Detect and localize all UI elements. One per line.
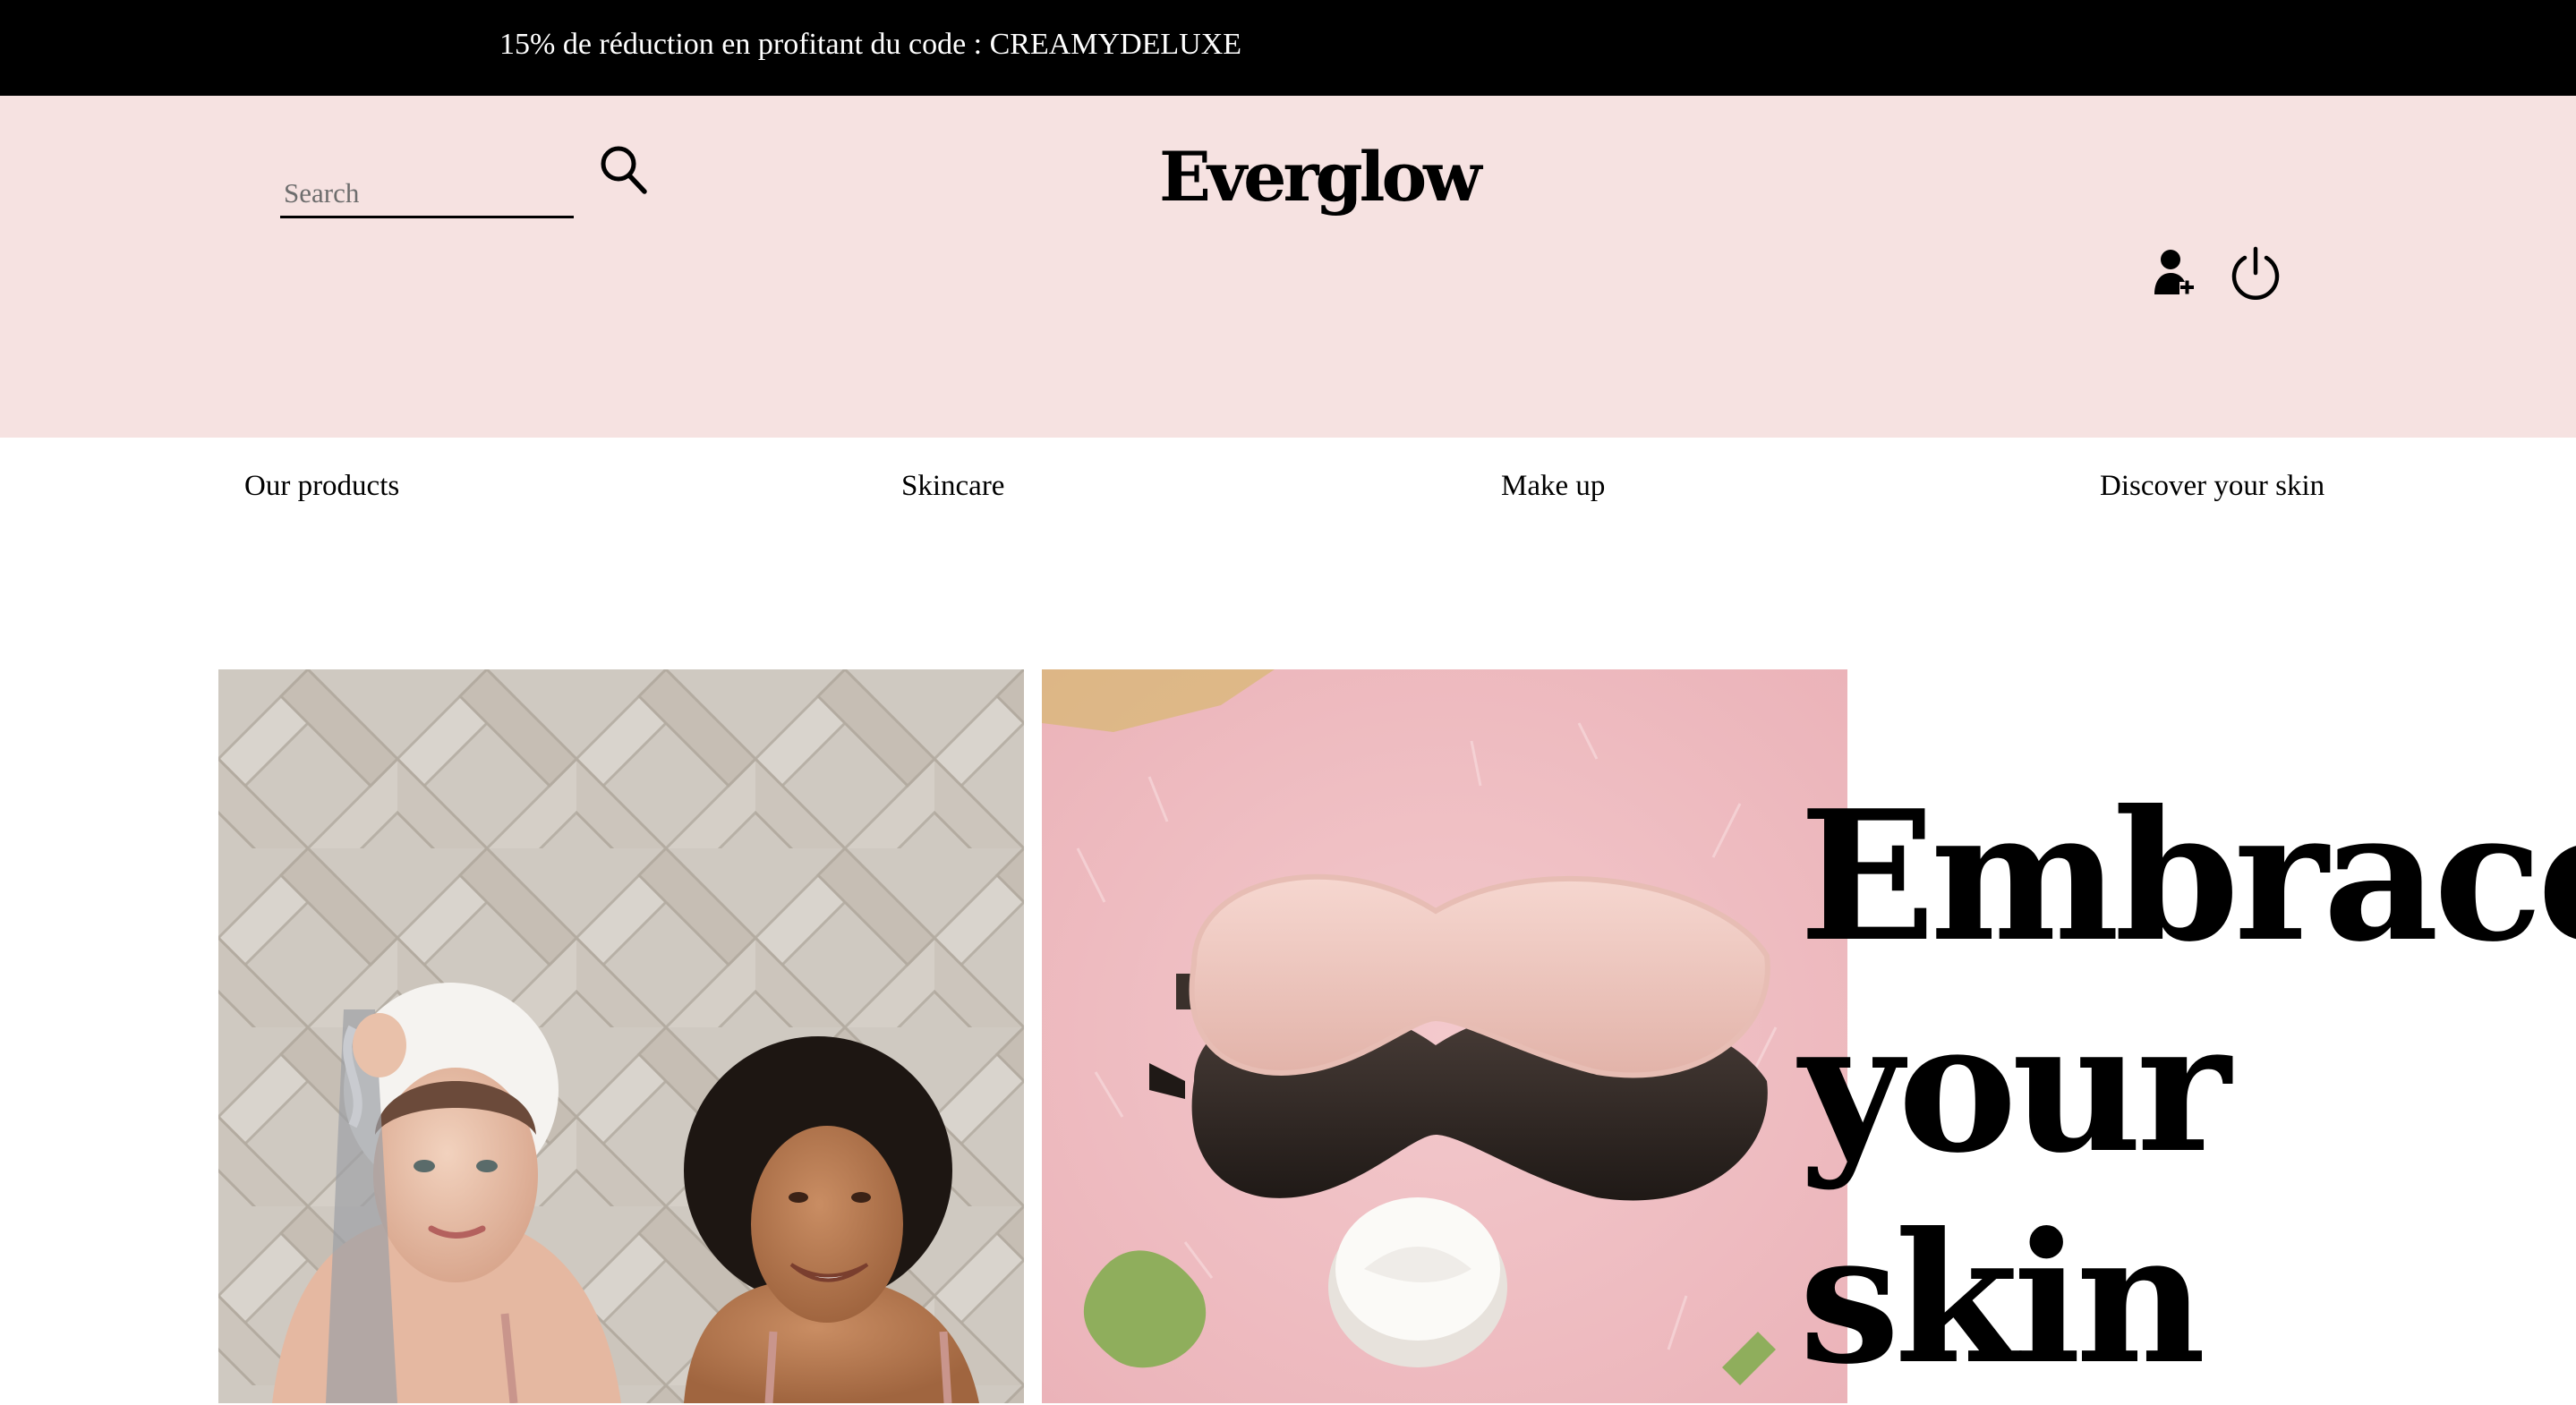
promo-text: 15% de réduction en profitant du code : … (499, 28, 1242, 61)
promo-bar: 15% de réduction en profitant du code : … (0, 0, 2576, 96)
search-input[interactable] (280, 174, 574, 218)
account-button[interactable] (2153, 248, 2196, 298)
hero-title: Embrace your skin (1799, 771, 2576, 1405)
search-icon (601, 146, 647, 194)
nav-discover-your-skin[interactable]: Discover your skin (2100, 464, 2324, 508)
power-icon (2231, 246, 2280, 300)
nav-make-up[interactable]: Make up (1501, 464, 1605, 508)
search-button[interactable] (598, 143, 648, 197)
hero-title-line-2: your (1799, 983, 2231, 1193)
hero-image-women (218, 669, 1024, 1403)
hero-title-line-1: Embrace (1799, 771, 2576, 982)
site-logo[interactable]: Everglow (1159, 132, 1482, 222)
nav-skincare[interactable]: Skincare (901, 464, 1004, 508)
hero-title-line-3: skin (1799, 1194, 2206, 1404)
logout-button[interactable] (2230, 246, 2282, 300)
nav-our-products[interactable]: Our products (244, 464, 399, 508)
hero-image-sleep-mask (1042, 669, 1847, 1403)
user-add-icon (2154, 250, 2194, 294)
